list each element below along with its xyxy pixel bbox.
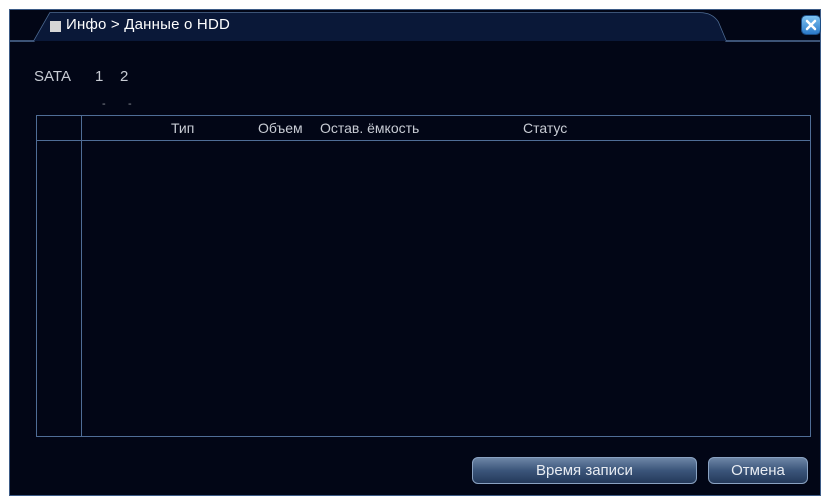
cancel-button[interactable]: Отмена: [708, 457, 808, 484]
column-header-status: Статус: [523, 120, 568, 136]
window-title: Инфо > Данные о HDD: [66, 16, 231, 33]
sata-port-1[interactable]: 1: [95, 68, 103, 85]
record-time-button[interactable]: Время записи: [472, 457, 697, 484]
hdd-info-window: Инфо > Данные о HDD SATA 1 2 - - Тип Объ…: [9, 9, 821, 496]
sata-label: SATA: [34, 68, 71, 85]
close-button[interactable]: [802, 16, 820, 34]
column-header-type: Тип: [171, 120, 195, 136]
table-header-divider: [37, 140, 810, 141]
sata-port-2[interactable]: 2: [120, 68, 128, 85]
sata-port-2-status: -: [128, 98, 132, 110]
title-marker-icon: [50, 21, 61, 32]
close-icon: [805, 19, 817, 31]
column-header-capacity: Объем: [258, 120, 303, 136]
sata-port-1-status: -: [102, 98, 106, 110]
table-index-column-divider: [81, 116, 82, 436]
column-header-remaining: Остав. ёмкость: [320, 120, 420, 136]
hdd-table: Тип Объем Остав. ёмкость Статус: [36, 115, 811, 437]
title-bar: Инфо > Данные о HDD: [10, 10, 820, 42]
